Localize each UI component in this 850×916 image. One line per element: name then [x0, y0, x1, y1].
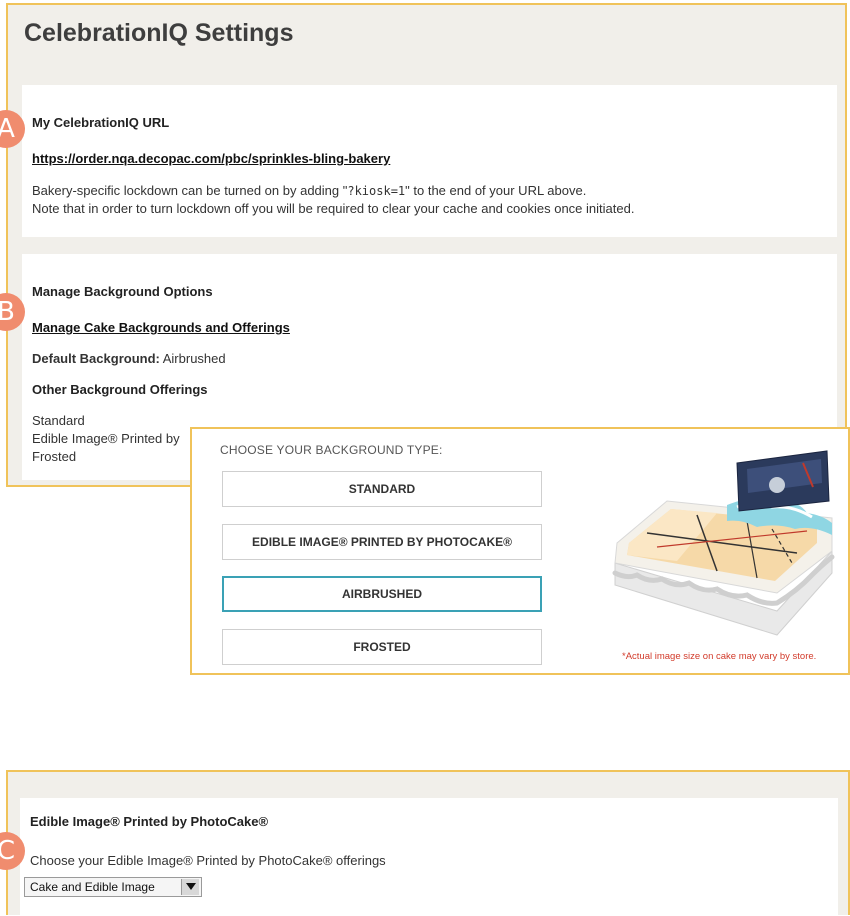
- option-frosted-button[interactable]: FROSTED: [222, 629, 542, 665]
- lockdown-note-prefix: Bakery-specific lockdown can be turned o…: [32, 183, 348, 198]
- option-edible-image-button[interactable]: EDIBLE IMAGE® PRINTED BY PHOTOCAKE®: [222, 524, 542, 560]
- offering-item: Standard: [32, 413, 85, 428]
- edible-offerings-select[interactable]: Cake and Edible Image: [24, 877, 202, 897]
- celebrationiq-url-link[interactable]: https://order.nqa.decopac.com/pbc/sprink…: [32, 151, 390, 166]
- chevron-down-icon[interactable]: [181, 879, 199, 895]
- default-background-label: Default Background:: [32, 351, 160, 366]
- settings-panel: CelebrationIQ Settings My CelebrationIQ …: [6, 3, 847, 487]
- lockdown-note-line2: Note that in order to turn lockdown off …: [32, 201, 635, 216]
- select-value: Cake and Edible Image: [30, 880, 155, 894]
- background-chooser-panel: CHOOSE YOUR BACKGROUND TYPE: STANDARD ED…: [190, 427, 850, 675]
- cake-preview-image: [612, 450, 835, 636]
- url-card-title: My CelebrationIQ URL: [32, 115, 170, 130]
- offering-item: Frosted: [32, 449, 77, 464]
- manage-backgrounds-link[interactable]: Manage Cake Backgrounds and Offerings: [32, 320, 290, 335]
- option-standard-button[interactable]: STANDARD: [222, 471, 542, 507]
- chooser-heading: CHOOSE YOUR BACKGROUND TYPE:: [220, 443, 443, 457]
- other-offerings-title: Other Background Offerings: [32, 382, 208, 397]
- page-title: CelebrationIQ Settings: [24, 19, 294, 47]
- edible-card-title: Edible Image® Printed by PhotoCake®: [30, 814, 269, 829]
- lockdown-note-suffix: " to the end of your URL above.: [405, 183, 587, 198]
- default-background: Default Background: Airbrushed: [32, 350, 226, 368]
- edible-card-description: Choose your Edible Image® Printed by Pho…: [30, 853, 386, 868]
- default-background-value: Airbrushed: [162, 351, 226, 366]
- size-disclaimer: *Actual image size on cake may vary by s…: [622, 651, 817, 662]
- edible-image-card: Edible Image® Printed by PhotoCake® Choo…: [20, 798, 838, 916]
- url-card: My CelebrationIQ URL https://order.nqa.d…: [22, 85, 837, 237]
- background-card-title: Manage Background Options: [32, 284, 213, 299]
- lockdown-note: Bakery-specific lockdown can be turned o…: [32, 182, 634, 218]
- kiosk-param: ?kiosk=1: [347, 184, 406, 198]
- offering-item: Edible Image® Printed by: [32, 431, 180, 446]
- option-airbrushed-button[interactable]: AIRBRUSHED: [222, 576, 542, 612]
- offerings-list: Standard Edible Image® Printed by Froste…: [32, 412, 180, 466]
